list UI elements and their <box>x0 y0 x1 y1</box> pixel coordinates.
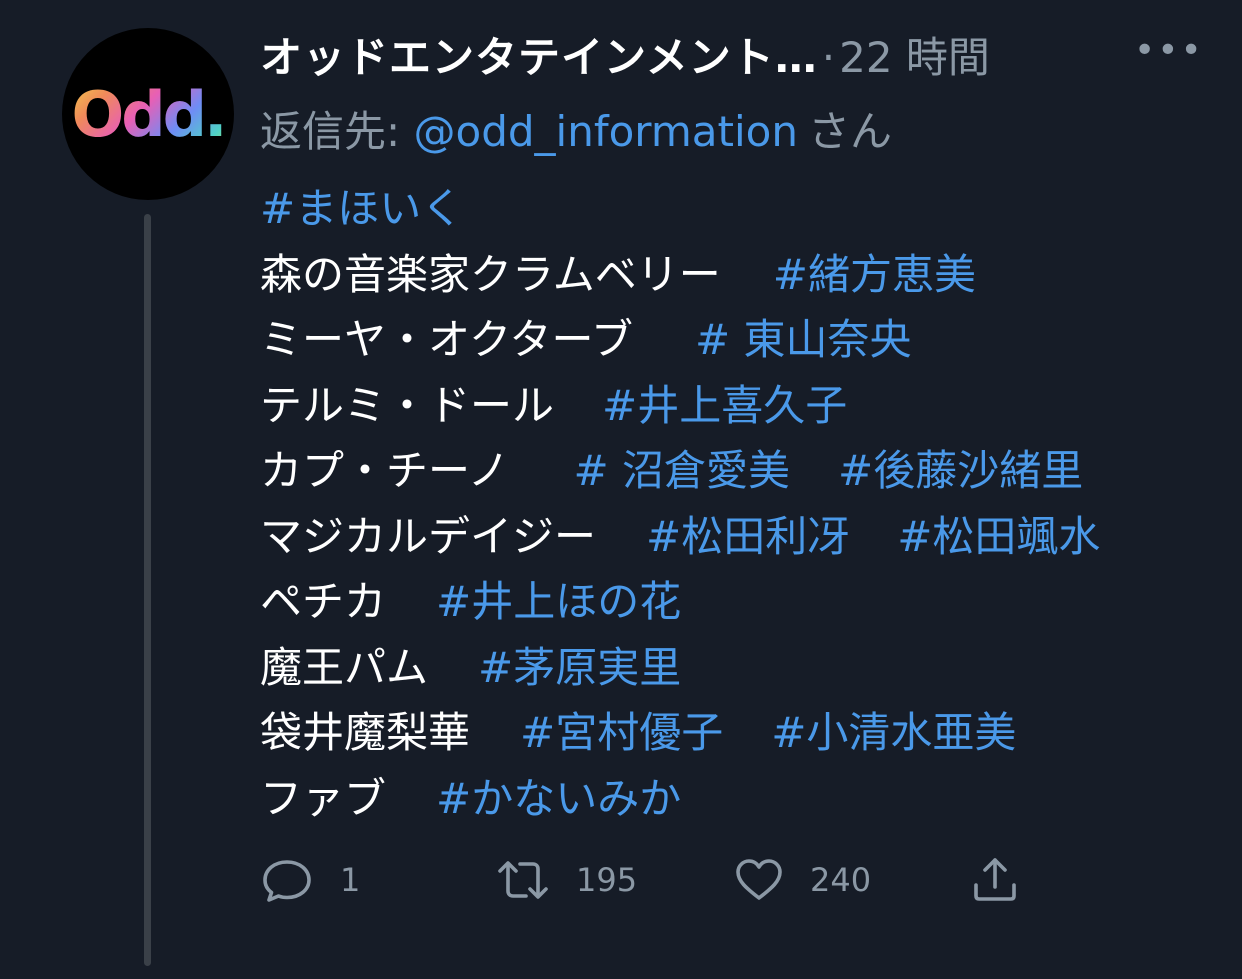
character-name: 森の音楽家クラムベリー <box>260 249 721 299</box>
hashtag-link[interactable]: #後藤沙緒里 <box>838 446 1083 495</box>
share-button[interactable] <box>970 852 1020 908</box>
retweet-count: 195 <box>576 861 638 899</box>
character-name: マジカルデイジー <box>260 511 597 561</box>
hashtag-link[interactable]: #井上ほの花 <box>436 577 681 626</box>
reply-count: 1 <box>340 861 361 899</box>
reply-icon <box>263 860 311 902</box>
hashtag-link[interactable]: #宮村優子 <box>520 708 723 757</box>
tweet-line: #まほいく <box>260 176 1100 242</box>
tweet-line: ペチカ #井上ほの花 <box>260 569 1100 635</box>
tweet-body: #まほいく 森の音楽家クラムベリー #緒方恵美 ミーヤ・オクターブ # 東山奈央 テ… <box>260 176 1100 831</box>
tweet-line: 森の音楽家クラムベリー #緒方恵美 <box>260 242 1100 308</box>
retweet-icon <box>498 861 548 899</box>
hashtag-link[interactable]: #緒方恵美 <box>773 250 976 299</box>
reply-to-label: 返信先: <box>260 107 401 156</box>
tweet-line: テルミ・ドール #井上喜久子 <box>260 373 1100 439</box>
tweet-actions: 1 195 240 <box>260 852 1060 908</box>
reply-to-suffix: さん <box>807 107 892 156</box>
hashtag-link[interactable]: #井上喜久子 <box>602 381 847 430</box>
reply-to-handle-link[interactable]: @odd_information <box>414 107 798 156</box>
heart-icon <box>736 859 782 900</box>
tweet-line: カプ・チーノ # 沼倉愛美 #後藤沙緒里 <box>260 438 1100 504</box>
more-options-button[interactable]: ••• <box>1134 30 1204 71</box>
reply-button[interactable]: 1 <box>260 852 360 908</box>
hashtag-link[interactable]: #松田利冴 <box>646 512 849 561</box>
character-name: カプ・チーノ <box>260 446 510 495</box>
share-icon <box>974 858 1016 901</box>
avatar-logo-text: Odd. <box>71 77 227 151</box>
tweet-line: マジカルデイジー #松田利冴 #松田颯水 <box>260 504 1100 570</box>
character-name: テルミ・ドール <box>260 380 555 430</box>
like-count: 240 <box>810 861 872 899</box>
character-name: ペチカ <box>260 577 387 626</box>
tweet-line: 魔王パム #茅原実里 <box>260 635 1100 701</box>
hashtag-link[interactable]: # 沼倉愛美 <box>573 446 790 495</box>
hashtag-link[interactable]: #小清水亜美 <box>771 708 1016 757</box>
timestamp[interactable]: 22 時間 <box>839 24 990 85</box>
character-name: ミーヤ・オクターブ <box>260 315 633 364</box>
thread-line <box>144 214 151 966</box>
tweet-header: オッドエンタテインメント… · 22 時間 <box>260 24 990 85</box>
character-name: ファブ <box>260 773 387 823</box>
character-name: 魔王パム <box>260 642 429 692</box>
avatar[interactable]: Odd. <box>62 28 234 200</box>
hashtag-link[interactable]: # 東山奈央 <box>695 315 912 364</box>
tweet-line: ミーヤ・オクターブ # 東山奈央 <box>260 307 1100 373</box>
hashtag-link[interactable]: #茅原実里 <box>478 643 681 692</box>
retweet-button[interactable]: 195 <box>496 852 637 908</box>
more-icon: ••• <box>1134 30 1204 71</box>
tweet-line: ファブ #かないみか <box>260 766 1100 832</box>
tweet-line: 袋井魔梨華 #宮村優子 #小清水亜美 <box>260 700 1100 766</box>
character-name: 袋井魔梨華 <box>260 708 471 757</box>
header-separator: · <box>821 33 836 82</box>
hashtag-link[interactable]: #まほいく <box>260 184 463 233</box>
like-button[interactable]: 240 <box>734 852 871 908</box>
reply-to-line: 返信先: @odd_information さん <box>260 98 892 159</box>
hashtag-link[interactable]: #かないみか <box>436 774 681 823</box>
hashtag-link[interactable]: #松田颯水 <box>897 512 1100 561</box>
display-name[interactable]: オッドエンタテインメント… <box>260 24 818 85</box>
